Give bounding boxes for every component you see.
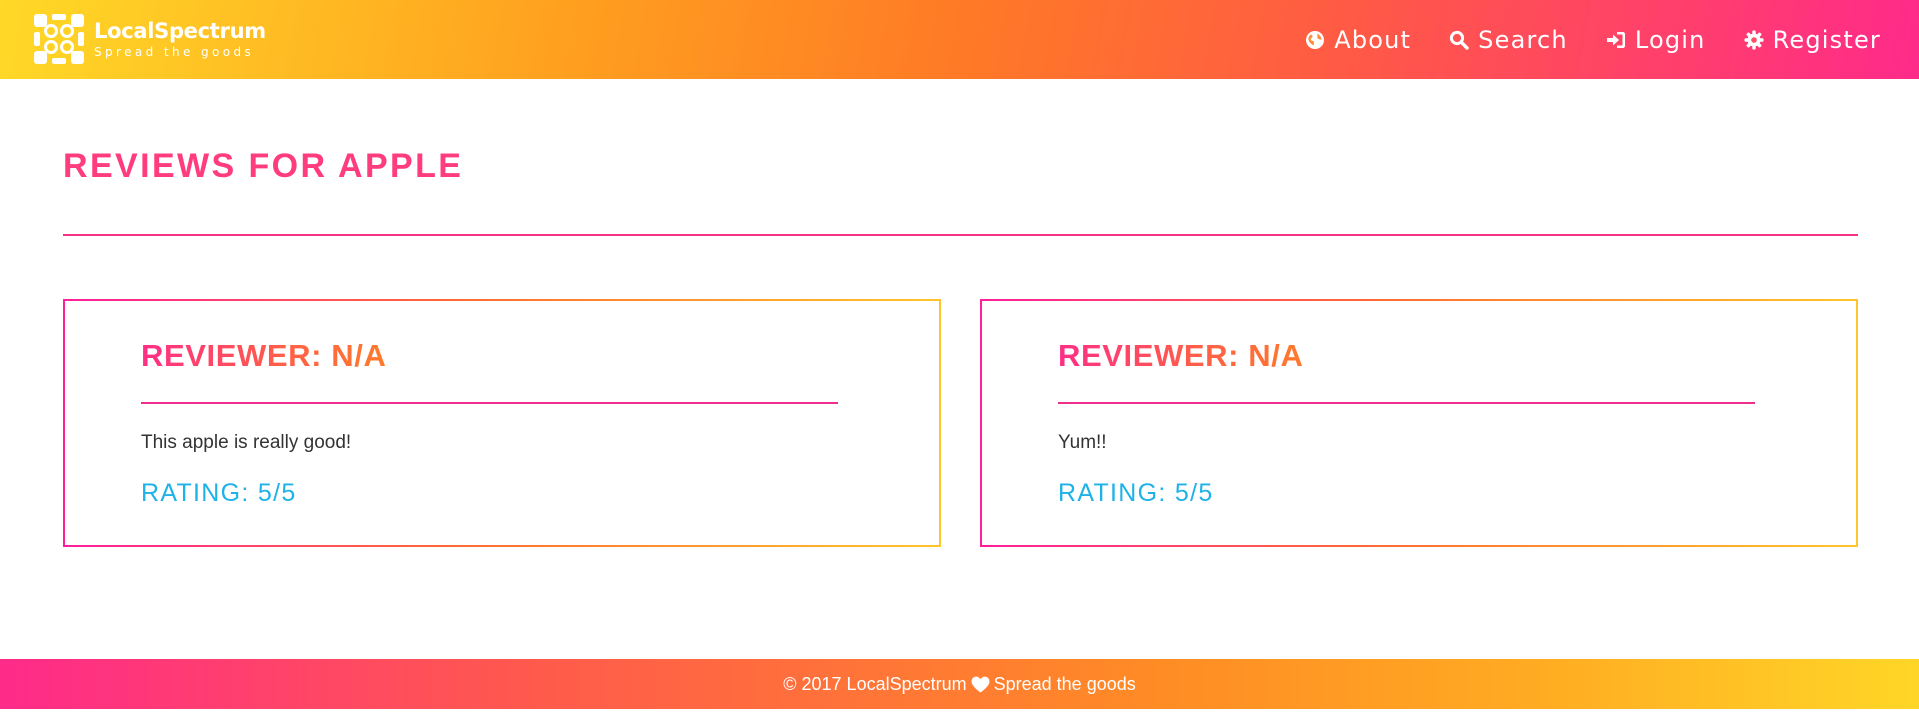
review-divider	[141, 402, 838, 404]
nav-label-register: Register	[1772, 25, 1881, 54]
main-nav: About Search Login Register	[1267, 0, 1881, 79]
gear-icon	[1744, 30, 1764, 50]
brand-text: LocalSpectrum Spread the goods	[94, 19, 266, 60]
nav-item-about[interactable]: About	[1305, 26, 1411, 54]
reviewer-name: Reviewer: N/A	[141, 338, 387, 373]
search-icon	[1449, 30, 1469, 50]
footer-tagline: Spread the goods	[993, 673, 1136, 694]
nav-item-login[interactable]: Login	[1606, 26, 1706, 54]
footer: © 2017 LocalSpectrum Spread the goods	[0, 659, 1919, 709]
review-card: Reviewer: N/A Yum!! Rating: 5/5	[980, 299, 1858, 547]
review-card: Reviewer: N/A This apple is really good!…	[63, 299, 941, 547]
nav-label-search: Search	[1478, 25, 1568, 54]
nav-item-search[interactable]: Search	[1449, 26, 1568, 54]
heart-icon	[971, 676, 990, 693]
grid-logo-icon	[32, 12, 86, 66]
nav-item-register[interactable]: Register	[1744, 26, 1881, 54]
reviewer-name: Reviewer: N/A	[1058, 338, 1304, 373]
nav-label-about: About	[1334, 25, 1412, 54]
review-divider	[1058, 402, 1755, 404]
nav-label-login: Login	[1634, 25, 1706, 54]
review-rating: Rating: 5/5	[1058, 479, 1214, 507]
globe-icon	[1305, 30, 1325, 50]
title-divider	[63, 234, 1858, 236]
review-rating: Rating: 5/5	[141, 479, 297, 507]
login-icon	[1606, 30, 1626, 50]
review-text: This apple is really good!	[141, 432, 352, 453]
page-title: Reviews for Apple	[63, 147, 464, 185]
footer-copyright: © 2017 LocalSpectrum	[783, 673, 967, 694]
brand-name: LocalSpectrum	[94, 18, 266, 43]
brand-home-link[interactable]: LocalSpectrum Spread the goods	[32, 12, 266, 66]
top-navbar: LocalSpectrum Spread the goods About Sea…	[0, 0, 1919, 79]
brand-tagline: Spread the goods	[94, 44, 255, 59]
review-text: Yum!!	[1058, 432, 1107, 453]
